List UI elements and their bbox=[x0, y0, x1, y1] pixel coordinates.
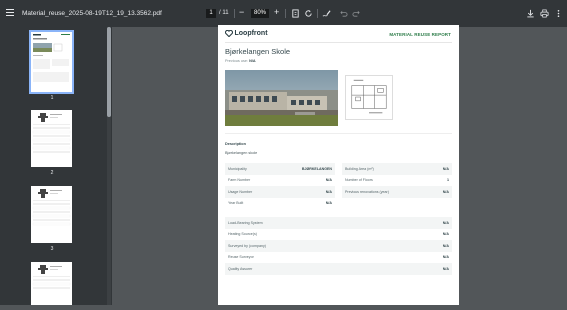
report-title: MATERIAL REUSE REPORT bbox=[389, 32, 451, 37]
page-thumbnail-2[interactable] bbox=[31, 110, 72, 167]
table-row: Municipality BJØRKELANGEN bbox=[225, 163, 335, 175]
more-options-icon[interactable] bbox=[554, 9, 563, 18]
row-label: Farm Number bbox=[228, 178, 251, 183]
pdf-page: Loopfront MATERIAL REUSE REPORT Bjørkela… bbox=[218, 25, 459, 305]
property-table-full: Load-Bearing System N/A Heating Source(s)… bbox=[225, 217, 452, 275]
previous-use-value: N/A bbox=[249, 59, 256, 63]
loopfront-logo: Loopfront bbox=[225, 30, 268, 37]
floor-plan-image bbox=[345, 75, 393, 120]
row-label: Building Area (m²) bbox=[345, 166, 374, 171]
page-thumbnail-3[interactable] bbox=[31, 186, 72, 243]
table-row: Surveyed by (company) N/A bbox=[225, 240, 452, 252]
zoom-out-icon[interactable]: − bbox=[239, 8, 244, 17]
row-label: Reuse Surveyor bbox=[228, 255, 254, 260]
building-photo bbox=[225, 70, 338, 126]
row-value: N/A bbox=[325, 201, 332, 206]
table-row: Year Built N/A bbox=[225, 198, 335, 210]
description-value: Bjørkelangen skole bbox=[225, 151, 258, 155]
toolbar-divider bbox=[317, 9, 318, 18]
annotate-icon[interactable] bbox=[322, 9, 331, 18]
zoom-level-input[interactable]: 80% bbox=[251, 9, 269, 18]
row-label: Load-Bearing System bbox=[228, 220, 263, 225]
row-value: N/A bbox=[325, 189, 332, 194]
row-value: N/A bbox=[442, 266, 449, 271]
header-divider bbox=[225, 42, 452, 43]
page-thumbnail-4[interactable] bbox=[31, 262, 72, 305]
heart-logo-icon bbox=[225, 30, 233, 37]
thumbnail-page-number: 1 bbox=[50, 95, 54, 101]
building-name: Bjørkelangen Skole bbox=[225, 47, 291, 56]
undo-icon[interactable] bbox=[339, 9, 348, 18]
page-total: / 11 bbox=[219, 10, 229, 16]
row-value: N/A bbox=[325, 178, 332, 183]
property-table-left: Municipality BJØRKELANGEN Farm Number N/A … bbox=[225, 163, 335, 209]
thumbnail-preview bbox=[32, 189, 71, 226]
row-label: Number of Floors bbox=[345, 178, 373, 183]
scrollbar-handle[interactable] bbox=[107, 27, 111, 117]
row-value: N/A bbox=[442, 189, 449, 194]
rotate-icon[interactable] bbox=[304, 9, 313, 18]
row-label: Heating Source(s) bbox=[228, 232, 257, 237]
zoom-in-icon[interactable]: + bbox=[274, 8, 279, 17]
table-row: Number of Floors 1 bbox=[342, 175, 452, 187]
menu-icon[interactable] bbox=[6, 9, 14, 16]
page-thumbnail-1[interactable] bbox=[29, 30, 74, 94]
table-row: Load-Bearing System N/A bbox=[225, 217, 452, 229]
page-number-input[interactable]: 1 bbox=[206, 9, 216, 18]
row-label: Previous renovations (year) bbox=[345, 189, 389, 194]
table-row: Previous renovations (year) N/A bbox=[342, 186, 452, 198]
previous-use: Previous use: N/A bbox=[225, 59, 256, 63]
logo-text: Loopfront bbox=[234, 30, 268, 37]
row-value: BJØRKELANGEN bbox=[301, 166, 332, 171]
thumbnail-preview bbox=[32, 113, 71, 153]
thumbnail-page-number: 3 bbox=[50, 246, 54, 252]
row-value: 1 bbox=[447, 178, 449, 183]
property-table-right: Building Area (m²) N/A Number of Floors 1 … bbox=[342, 163, 452, 198]
download-icon[interactable] bbox=[526, 9, 535, 18]
row-value: N/A bbox=[442, 166, 449, 171]
row-label: Usage Number bbox=[228, 189, 253, 194]
description-label: Description bbox=[225, 142, 246, 146]
table-row: Building Area (m²) N/A bbox=[342, 163, 452, 175]
toolbar-divider bbox=[285, 9, 286, 18]
table-row: Quality Assurer N/A bbox=[225, 263, 452, 275]
toolbar-divider bbox=[234, 9, 235, 18]
thumbnail-preview bbox=[33, 34, 70, 82]
row-label: Surveyed by (company) bbox=[228, 243, 266, 248]
thumbnail-preview bbox=[32, 265, 71, 289]
row-label: Year Built bbox=[228, 201, 244, 206]
file-name: Material_reuse_2025-08-19T12_19_13.3562.… bbox=[22, 10, 162, 17]
table-row: Reuse Surveyor N/A bbox=[225, 252, 452, 264]
table-row: Heating Source(s) N/A bbox=[225, 229, 452, 241]
row-value: N/A bbox=[442, 220, 449, 225]
row-value: N/A bbox=[442, 232, 449, 237]
row-value: N/A bbox=[442, 255, 449, 260]
row-label: Quality Assurer bbox=[228, 266, 253, 271]
print-icon[interactable] bbox=[540, 9, 549, 18]
row-label: Municipality bbox=[228, 166, 247, 171]
pdf-toolbar: Material_reuse_2025-08-19T12_19_13.3562.… bbox=[0, 0, 567, 27]
table-row: Usage Number N/A bbox=[225, 186, 335, 198]
table-row: Farm Number N/A bbox=[225, 175, 335, 187]
fit-page-icon[interactable] bbox=[291, 9, 300, 18]
previous-use-label: Previous use: bbox=[225, 59, 249, 63]
thumbnail-sidebar: 1 2 3 bbox=[0, 27, 112, 305]
redo-icon[interactable] bbox=[352, 9, 361, 18]
section-divider bbox=[225, 133, 452, 134]
sidebar-scrollbar[interactable] bbox=[107, 27, 111, 305]
thumbnail-page-number: 2 bbox=[50, 170, 54, 176]
row-value: N/A bbox=[442, 243, 449, 248]
